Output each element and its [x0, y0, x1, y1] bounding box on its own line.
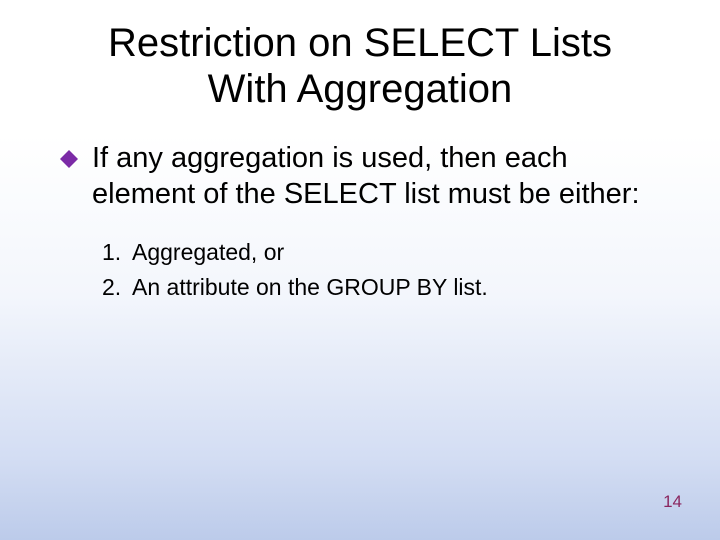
list-item: 2. An attribute on the GROUP BY list.: [102, 270, 660, 306]
list-text: Aggregated, or: [132, 235, 284, 271]
page-number: 14: [663, 492, 682, 512]
slide-title: Restriction on SELECT Lists With Aggrega…: [0, 0, 720, 112]
bullet-text: If any aggregation is used, then each el…: [92, 140, 660, 213]
list-number: 2.: [102, 270, 132, 306]
list-number: 1.: [102, 235, 132, 271]
list-text: An attribute on the GROUP BY list.: [132, 270, 488, 306]
slide: Restriction on SELECT Lists With Aggrega…: [0, 0, 720, 540]
bullet-item: If any aggregation is used, then each el…: [60, 140, 660, 213]
diamond-bullet-icon: [60, 150, 78, 168]
slide-body: If any aggregation is used, then each el…: [0, 112, 720, 306]
list-item: 1. Aggregated, or: [102, 235, 660, 271]
title-line-2: With Aggregation: [208, 67, 513, 111]
title-line-1: Restriction on SELECT Lists: [108, 21, 612, 65]
numbered-list: 1. Aggregated, or 2. An attribute on the…: [60, 235, 660, 306]
